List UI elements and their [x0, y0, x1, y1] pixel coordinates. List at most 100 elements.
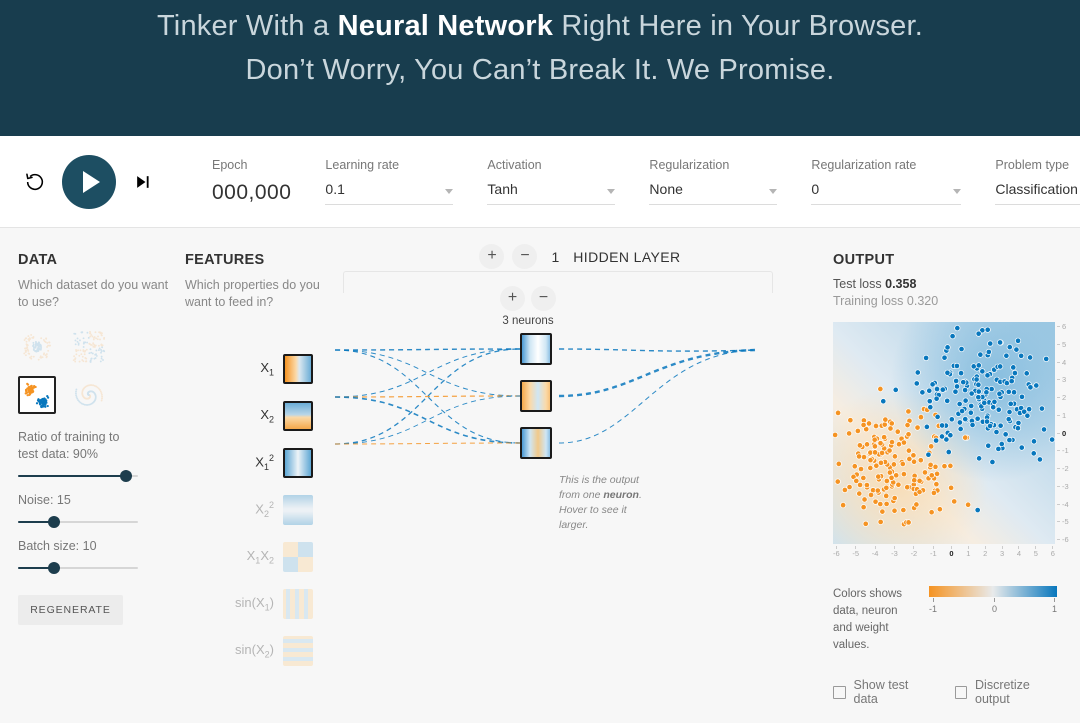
data-point	[900, 439, 908, 446]
data-point	[856, 453, 863, 460]
data-point	[835, 409, 842, 416]
data-point	[969, 421, 976, 429]
data-point	[975, 394, 982, 401]
feature-x1x2-row[interactable]: X1X2	[185, 533, 335, 580]
data-point	[984, 326, 991, 333]
y-tick: 0	[1057, 429, 1066, 438]
y-tick: 3	[1057, 375, 1066, 384]
feature-x2-node[interactable]	[283, 400, 313, 431]
data-point	[846, 484, 853, 491]
learning-rate-select[interactable]: 0.1	[325, 181, 454, 205]
data-point	[985, 442, 992, 449]
hidden-neuron-3[interactable]	[520, 427, 552, 459]
y-tick: -5	[1057, 517, 1069, 526]
data-point	[1011, 370, 1018, 377]
remove-layer-button[interactable]: −	[512, 244, 538, 269]
feature-x2-squared-row[interactable]: X22	[185, 486, 335, 533]
output-panel-title: OUTPUT	[833, 252, 895, 268]
feature-x1-node[interactable]	[283, 353, 313, 384]
data-point	[970, 363, 977, 370]
neuron-bias-indicator	[521, 411, 526, 412]
activation-select[interactable]: Tanh	[487, 181, 616, 205]
control-bar: Epoch 000,000 Learning rate 0.1 Activati…	[0, 136, 1080, 228]
data-point	[888, 439, 896, 446]
data-point	[956, 400, 963, 408]
hidden-neuron-1[interactable]	[520, 333, 552, 365]
feature-x1-row[interactable]: X1	[185, 345, 335, 392]
data-point	[1018, 393, 1026, 400]
restart-icon[interactable]	[22, 169, 48, 195]
feature-sin-x1-row[interactable]: sin(X1)	[185, 580, 335, 627]
dataset-gaussian[interactable]	[18, 376, 56, 414]
data-point	[881, 421, 888, 428]
batch-slider-knob[interactable]	[48, 562, 60, 574]
data-point	[877, 501, 884, 508]
regularization-select[interactable]: None	[649, 181, 778, 205]
gradient-scale: -1 0 1	[929, 586, 1057, 614]
data-point	[954, 325, 961, 332]
problem-type-select[interactable]: Classification	[995, 181, 1080, 205]
feature-x1-squared-row[interactable]: X12	[185, 439, 335, 486]
ratio-slider[interactable]	[18, 470, 138, 482]
discretize-output-checkbox[interactable]: Discretize output	[954, 678, 1065, 706]
y-tick: -1	[1057, 446, 1069, 455]
data-point	[879, 508, 886, 515]
data-point	[1023, 370, 1030, 377]
regenerate-button[interactable]: REGENERATE	[18, 595, 123, 625]
ratio-slider-block: Ratio of training to test data: 90%	[18, 429, 138, 482]
data-point	[975, 381, 982, 388]
training-loss: Training loss 0.320	[833, 294, 1064, 308]
hidden-neuron-2[interactable]	[520, 380, 552, 412]
regularization-rate-select[interactable]: 0	[811, 181, 962, 205]
y-tick: 6	[1057, 322, 1066, 331]
batch-slider[interactable]	[18, 562, 138, 574]
batch-value: 10	[82, 539, 97, 553]
data-point	[904, 484, 911, 491]
data-point	[975, 388, 982, 395]
dataset-spiral[interactable]	[70, 376, 108, 414]
output-scatter-plot[interactable]	[833, 322, 1055, 544]
page-header: Tinker With a Neural Network Right Here …	[0, 0, 1080, 136]
data-point	[962, 434, 969, 441]
remove-neuron-button[interactable]: −	[531, 286, 556, 311]
data-point	[862, 520, 869, 527]
noise-slider-knob[interactable]	[48, 516, 60, 528]
batch-label-text: Batch size:	[18, 539, 80, 553]
feature-sin-x1-node[interactable]	[283, 588, 313, 619]
data-point	[953, 383, 961, 390]
learning-rate-control: Learning rate 0.1	[325, 158, 454, 205]
add-layer-button[interactable]: +	[479, 244, 505, 269]
discretize-output-label: Discretize output	[975, 678, 1030, 706]
y-tick: -6	[1057, 535, 1069, 544]
play-button[interactable]	[62, 154, 116, 209]
dataset-exclusive-or[interactable]	[70, 328, 108, 366]
data-point	[953, 377, 960, 384]
feature-x1-squared-node[interactable]	[283, 447, 313, 478]
data-point	[905, 447, 912, 454]
feature-sin-x2-node[interactable]	[283, 635, 313, 666]
dataset-circle[interactable]	[18, 328, 56, 366]
feature-x1x2-node[interactable]	[283, 541, 313, 572]
show-test-data-checkbox[interactable]: Show test data	[833, 678, 933, 706]
add-neuron-button[interactable]: +	[500, 286, 525, 311]
data-point	[905, 431, 912, 438]
data-point	[985, 348, 992, 355]
feature-sin-x2-row[interactable]: sin(X2)	[185, 627, 335, 674]
problem-type-control: Problem type Classification	[995, 158, 1080, 205]
data-point	[944, 369, 951, 376]
noise-slider[interactable]	[18, 516, 138, 528]
feature-x2-row[interactable]: X2	[185, 392, 335, 439]
header-line-1-pre: Tinker With a	[156, 10, 338, 42]
data-point	[944, 397, 951, 404]
gradient-tick: 1	[1052, 598, 1057, 614]
feature-x2-squared-node[interactable]	[283, 494, 313, 525]
batch-label: Batch size: 10	[18, 538, 138, 555]
data-point	[913, 501, 920, 508]
data-point	[967, 409, 974, 416]
data-point	[911, 477, 918, 484]
neuron-bias-indicator	[521, 458, 526, 459]
step-forward-icon[interactable]	[130, 169, 156, 195]
ratio-slider-knob[interactable]	[120, 470, 132, 482]
data-point	[834, 478, 841, 485]
x-tick: -1	[930, 546, 937, 558]
